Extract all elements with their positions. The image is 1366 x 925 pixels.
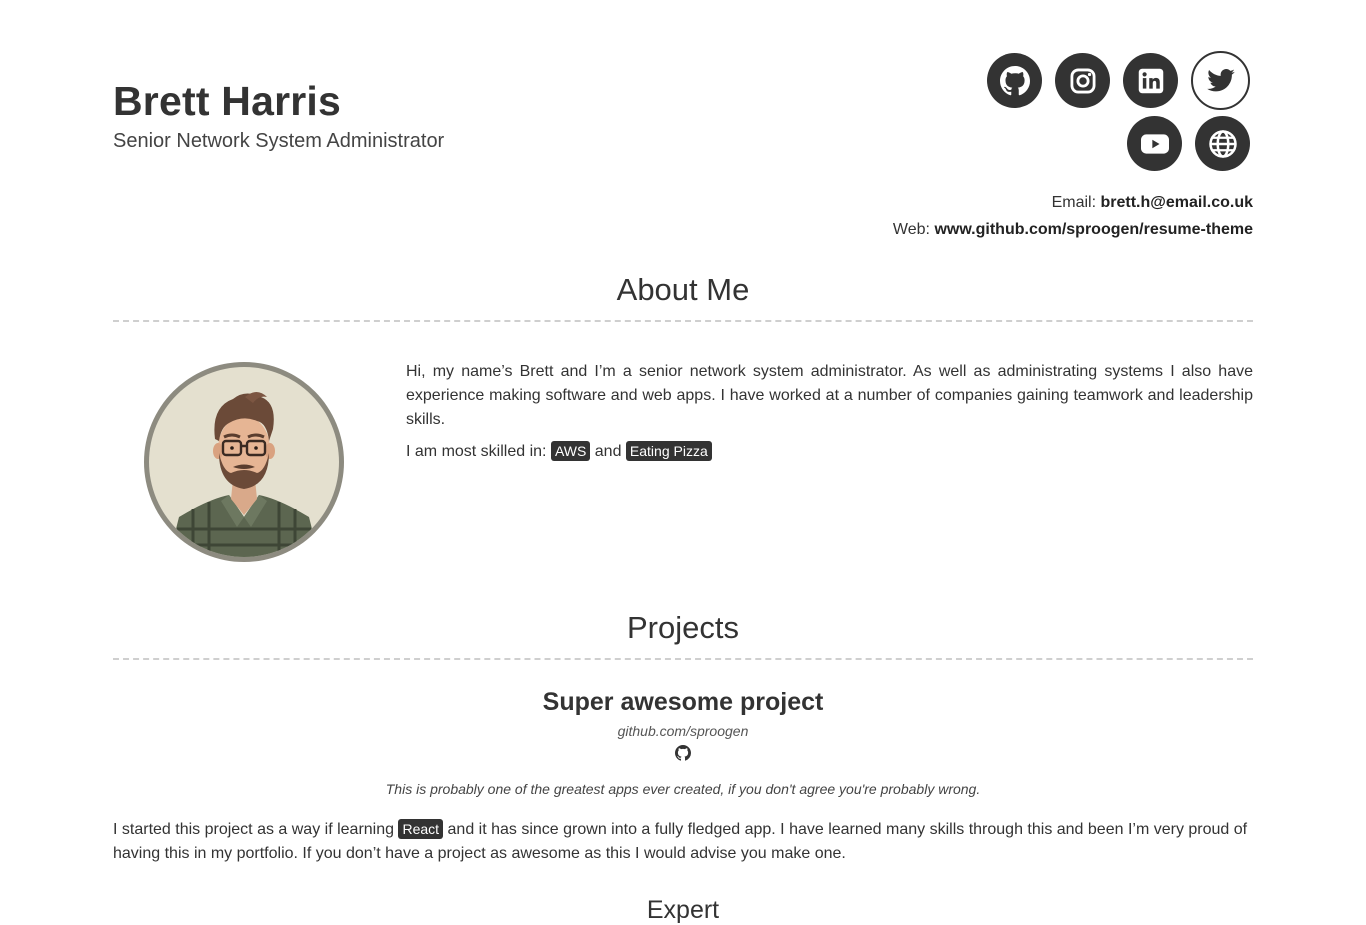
twitter-icon (1206, 68, 1235, 91)
about-heading: About Me (616, 272, 750, 307)
youtube-link[interactable] (1127, 116, 1182, 171)
skill-badge: Eating Pizza (625, 441, 712, 461)
web-label: Web: (892, 221, 930, 238)
linkedin-icon (1138, 68, 1163, 93)
github-icon[interactable] (675, 745, 691, 761)
globe-icon (1208, 129, 1237, 158)
web-link[interactable]: www.github.com/sproogen/resume-theme (934, 221, 1253, 238)
instagram-icon (1070, 68, 1095, 93)
github-link[interactable] (987, 53, 1042, 108)
project-tagline: This is probably one of the greatest app… (385, 781, 981, 797)
about-divider (113, 320, 1253, 322)
avatar-illustration (149, 367, 339, 557)
skills-prefix: I am most skilled in: (406, 443, 547, 460)
instagram-link[interactable] (1055, 53, 1110, 108)
about-text: Hi, my name’s Brett and I’m a senior net… (406, 360, 1253, 472)
avatar (144, 362, 344, 562)
twitter-link[interactable] (1191, 51, 1250, 110)
email-link[interactable]: brett.h@email.co.uk (1100, 194, 1253, 211)
contact-info: Email: brett.h@email.co.uk Web: www.gith… (893, 189, 1253, 243)
website-link[interactable] (1195, 116, 1250, 171)
email-row: Email: brett.h@email.co.uk (893, 189, 1253, 216)
project-desc-before: I started this project as a way if learn… (113, 821, 395, 838)
header: Brett Harris Senior Network System Admin… (113, 0, 1253, 250)
email-label: Email: (1051, 194, 1097, 211)
project-link[interactable]: github.com/sproogen (113, 723, 1253, 739)
skills-joiner: and (594, 443, 622, 460)
skill-badge: AWS (550, 441, 591, 461)
person-title: Senior Network System Administrator (113, 130, 445, 152)
project-description: I started this project as a way if learn… (113, 818, 1253, 866)
linkedin-link[interactable] (1123, 53, 1178, 108)
projects-divider (113, 658, 1253, 660)
github-icon (999, 65, 1030, 95)
web-row: Web: www.github.com/sproogen/resume-them… (893, 216, 1253, 243)
skills-line: I am most skilled in: AWS and Eating Piz… (406, 440, 1253, 464)
tech-badge: React (398, 819, 444, 839)
person-name: Brett Harris (113, 78, 341, 124)
about-paragraph: Hi, my name’s Brett and I’m a senior net… (406, 363, 1253, 428)
avatar-portrait-icon (169, 392, 319, 557)
youtube-icon (1140, 133, 1169, 154)
social-links (920, 51, 1250, 171)
project-title: Super awesome project (542, 688, 824, 716)
projects-heading: Projects (627, 610, 739, 645)
